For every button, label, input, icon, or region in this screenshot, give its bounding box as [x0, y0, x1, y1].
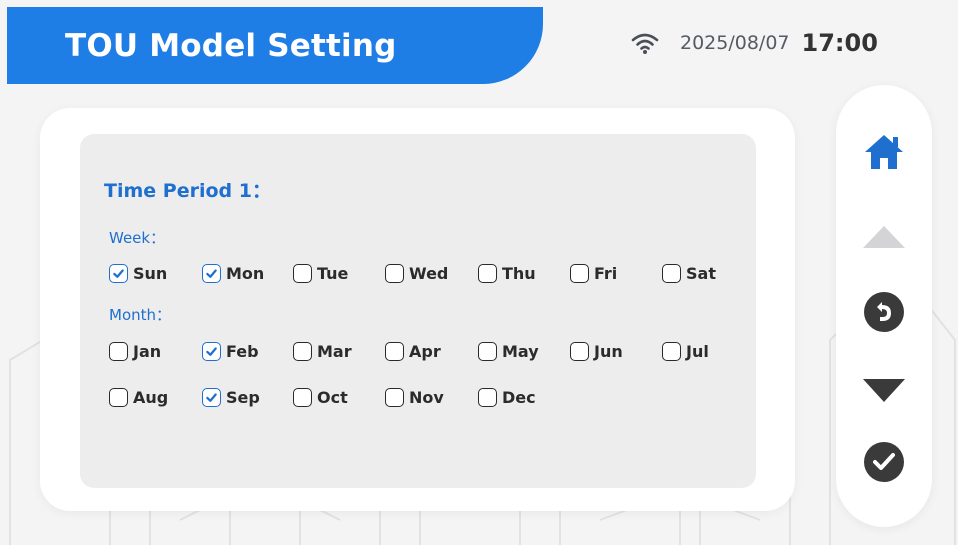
title-bar: TOU Model Setting — [7, 7, 543, 84]
checkbox-unchecked[interactable] — [293, 263, 312, 283]
navigation-sidebar — [836, 85, 932, 527]
day-fri-label: Fri — [594, 263, 618, 283]
checkbox-checked[interactable] — [202, 263, 221, 283]
month-nov-option[interactable]: Nov — [385, 386, 444, 408]
back-button[interactable] — [861, 290, 907, 334]
month-aug-label: Aug — [133, 387, 169, 407]
month-oct-option[interactable]: Oct — [293, 386, 348, 408]
checkbox-unchecked[interactable] — [385, 341, 404, 361]
up-icon — [863, 226, 905, 248]
checkbox-unchecked[interactable] — [293, 341, 312, 361]
month-jul-label: Jul — [686, 341, 709, 361]
month-may-option[interactable]: May — [478, 340, 539, 362]
month-feb-option[interactable]: Feb — [202, 340, 259, 362]
day-thu-label: Thu — [502, 263, 536, 283]
checkbox-unchecked[interactable] — [109, 341, 128, 361]
month-feb-label: Feb — [226, 341, 259, 361]
month-oct-label: Oct — [317, 387, 348, 407]
page-title: TOU Model Setting — [65, 27, 397, 64]
home-icon — [865, 135, 903, 169]
checkbox-unchecked[interactable] — [570, 263, 589, 283]
month-nov-label: Nov — [409, 387, 444, 407]
checkbox-unchecked[interactable] — [478, 387, 497, 407]
day-tue-option[interactable]: Tue — [293, 262, 348, 284]
back-icon — [864, 292, 904, 332]
checkbox-unchecked[interactable] — [570, 341, 589, 361]
checkbox-checked[interactable] — [109, 263, 128, 283]
day-thu-option[interactable]: Thu — [478, 262, 536, 284]
month-dec-option[interactable]: Dec — [478, 386, 536, 408]
day-fri-option[interactable]: Fri — [570, 262, 617, 284]
day-sat-option[interactable]: Sat — [662, 262, 716, 284]
checkbox-checked[interactable] — [202, 387, 221, 407]
checkbox-unchecked[interactable] — [109, 387, 128, 407]
checkbox-unchecked[interactable] — [293, 387, 312, 407]
day-mon-label: Mon — [226, 263, 265, 283]
checkbox-unchecked[interactable] — [385, 263, 404, 283]
checkmark-icon — [206, 346, 217, 356]
time-period-title: Time Period 1： — [104, 180, 271, 202]
time-period-panel: Time Period 1： Week： Sun Mon Tue Wed Thu Fri S… — [80, 134, 756, 488]
day-sun-label: Sun — [133, 263, 168, 283]
day-sat-label: Sat — [686, 263, 716, 283]
month-mar-option[interactable]: Mar — [293, 340, 352, 362]
home-button[interactable] — [861, 130, 907, 174]
checkbox-unchecked[interactable] — [478, 341, 497, 361]
checkbox-unchecked[interactable] — [478, 263, 497, 283]
checkbox-unchecked[interactable] — [662, 341, 681, 361]
day-mon-option[interactable]: Mon — [202, 262, 264, 284]
checkmark-icon — [206, 268, 217, 278]
month-apr-option[interactable]: Apr — [385, 340, 441, 362]
month-label: Month： — [109, 306, 172, 324]
month-sep-option[interactable]: Sep — [202, 386, 260, 408]
checkbox-unchecked[interactable] — [385, 387, 404, 407]
day-wed-label: Wed — [409, 263, 449, 283]
status-time: 17:00 — [801, 29, 878, 57]
status-date: 2025/08/07 — [680, 32, 790, 54]
wifi-icon — [631, 33, 659, 54]
down-icon — [863, 379, 905, 402]
month-sep-label: Sep — [226, 387, 260, 407]
month-aug-option[interactable]: Aug — [109, 386, 168, 408]
confirm-button[interactable] — [861, 440, 907, 484]
day-sun-option[interactable]: Sun — [109, 262, 167, 284]
month-mar-label: Mar — [317, 341, 352, 361]
month-jul-option[interactable]: Jul — [662, 340, 709, 362]
month-jun-label: Jun — [594, 341, 623, 361]
checkbox-unchecked[interactable] — [662, 263, 681, 283]
settings-card: Time Period 1： Week： Sun Mon Tue Wed Thu Fri S… — [40, 108, 795, 511]
scroll-down-button[interactable] — [861, 368, 907, 412]
checkmark-icon — [206, 392, 217, 402]
month-may-label: May — [502, 341, 539, 361]
month-jan-option[interactable]: Jan — [109, 340, 161, 362]
confirm-icon — [864, 442, 904, 482]
scroll-up-button[interactable] — [861, 215, 907, 259]
month-dec-label: Dec — [502, 387, 536, 407]
checkbox-checked[interactable] — [202, 341, 221, 361]
month-jun-option[interactable]: Jun — [570, 340, 623, 362]
day-tue-label: Tue — [317, 263, 349, 283]
day-wed-option[interactable]: Wed — [385, 262, 448, 284]
month-apr-label: Apr — [409, 341, 441, 361]
status-bar: 2025/08/07 17:00 — [630, 26, 878, 60]
month-jan-label: Jan — [133, 341, 162, 361]
week-label: Week： — [109, 229, 166, 247]
checkmark-icon — [113, 268, 124, 278]
